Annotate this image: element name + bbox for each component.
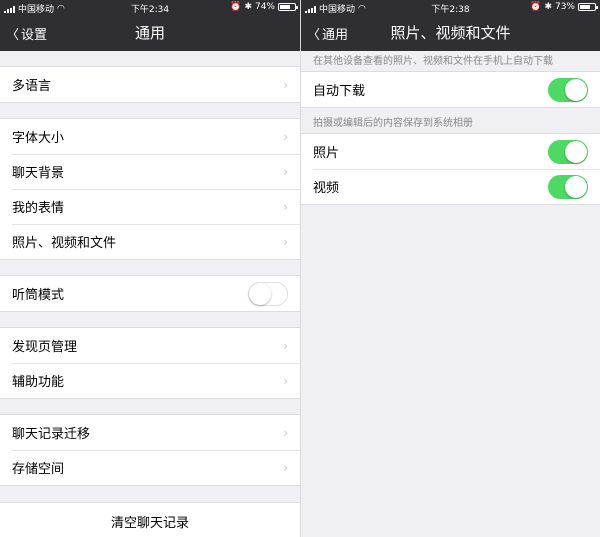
row-label: 视频 bbox=[313, 181, 340, 196]
photos-videos-files-screen: 中国移动 ◠ 下午2:38 ⏰ ✱ 73% 〈 通用 照片、视频和文件 在其他设… bbox=[300, 0, 600, 537]
chevron-right-icon: › bbox=[283, 234, 288, 249]
section-note: 拍摄或编辑后的内容保存到系统相册 bbox=[313, 118, 473, 129]
row-storage[interactable]: 存储空间 › bbox=[0, 450, 300, 485]
settings-group: 发现页管理 › 辅助功能 › bbox=[0, 327, 300, 399]
settings-group: 多语言 › bbox=[0, 66, 300, 103]
row-chat-migration[interactable]: 聊天记录迁移 › bbox=[0, 415, 300, 450]
row-earpiece-mode: 听筒模式 bbox=[0, 276, 300, 311]
nav-bar: 〈 设置 通用 bbox=[0, 15, 300, 51]
row-label: 照片、视频和文件 bbox=[12, 236, 117, 251]
toggle-knob bbox=[565, 140, 587, 163]
settings-group: 字体大小 › 聊天背景 › 我的表情 › 照片、视频和文件 › bbox=[0, 118, 300, 260]
row-label: 聊天背景 bbox=[12, 166, 65, 181]
chevron-right-icon: › bbox=[283, 129, 288, 144]
settings-group: 听筒模式 bbox=[0, 275, 300, 312]
row-label: 照片 bbox=[313, 146, 340, 161]
auto-download-toggle[interactable] bbox=[548, 77, 588, 102]
status-bar: 中国移动 ◠ 下午2:38 ⏰ ✱ 73% bbox=[301, 0, 600, 15]
row-label: 字体大小 bbox=[12, 131, 65, 146]
row-video: 视频 bbox=[301, 169, 600, 204]
battery-icon bbox=[278, 3, 298, 11]
row-photos-videos-files[interactable]: 照片、视频和文件 › bbox=[0, 224, 300, 259]
row-label: 辅助功能 bbox=[12, 375, 65, 390]
chevron-right-icon: › bbox=[283, 373, 288, 388]
chevron-right-icon: › bbox=[283, 164, 288, 179]
chevron-right-icon: › bbox=[283, 338, 288, 353]
row-photo: 照片 bbox=[301, 134, 600, 169]
row-accessibility[interactable]: 辅助功能 › bbox=[0, 363, 300, 398]
photo-toggle[interactable] bbox=[548, 139, 588, 164]
row-label: 我的表情 bbox=[12, 201, 65, 216]
row-label: 自动下载 bbox=[313, 84, 366, 99]
alarm-icon: ⏰ bbox=[230, 2, 242, 12]
page-title: 照片、视频和文件 bbox=[390, 24, 511, 42]
row-label: 多语言 bbox=[12, 79, 52, 94]
chevron-right-icon: › bbox=[283, 77, 288, 92]
video-toggle[interactable] bbox=[548, 174, 588, 199]
chevron-right-icon: › bbox=[283, 460, 288, 475]
chevron-right-icon: › bbox=[283, 425, 288, 440]
settings-group: 清空聊天记录 bbox=[0, 502, 300, 537]
chevron-right-icon: › bbox=[283, 199, 288, 214]
row-font-size[interactable]: 字体大小 › bbox=[0, 119, 300, 154]
row-auto-download: 自动下载 bbox=[301, 72, 600, 107]
row-discover-management[interactable]: 发现页管理 › bbox=[0, 328, 300, 363]
bluetooth-icon: ✱ bbox=[544, 2, 552, 12]
battery-percent: 74% bbox=[254, 2, 275, 12]
battery-icon bbox=[578, 3, 598, 11]
row-chat-background[interactable]: 聊天背景 › bbox=[0, 154, 300, 189]
row-label: 发现页管理 bbox=[12, 340, 78, 355]
status-bar: 中国移动 ◠ 下午2:34 ⏰ ✱ 74% bbox=[0, 0, 300, 15]
row-label: 聊天记录迁移 bbox=[12, 427, 91, 442]
settings-group: 照片 视频 bbox=[301, 133, 600, 205]
bluetooth-icon: ✱ bbox=[244, 2, 252, 12]
row-language[interactable]: 多语言 › bbox=[0, 67, 300, 102]
row-label: 听筒模式 bbox=[12, 288, 65, 303]
nav-bar: 〈 通用 照片、视频和文件 bbox=[301, 15, 600, 51]
settings-group: 自动下载 bbox=[301, 71, 600, 108]
toggle-knob bbox=[565, 175, 587, 198]
clear-chat-history-button[interactable]: 清空聊天记录 bbox=[0, 503, 300, 537]
settings-group: 聊天记录迁移 › 存储空间 › bbox=[0, 414, 300, 486]
alarm-icon: ⏰ bbox=[530, 2, 542, 12]
section-note: 在其他设备查看的照片、视频和文件在手机上自动下载 bbox=[313, 56, 553, 67]
earpiece-toggle[interactable] bbox=[248, 281, 288, 306]
battery-percent: 73% bbox=[554, 2, 575, 12]
toggle-knob bbox=[565, 78, 587, 101]
row-label: 存储空间 bbox=[12, 462, 65, 477]
page-title: 通用 bbox=[134, 24, 165, 42]
row-my-stickers[interactable]: 我的表情 › bbox=[0, 189, 300, 224]
toggle-knob bbox=[249, 282, 271, 305]
general-settings-screen: 中国移动 ◠ 下午2:34 ⏰ ✱ 74% 〈 设置 通用 多语言 › 字体大小… bbox=[0, 0, 300, 537]
